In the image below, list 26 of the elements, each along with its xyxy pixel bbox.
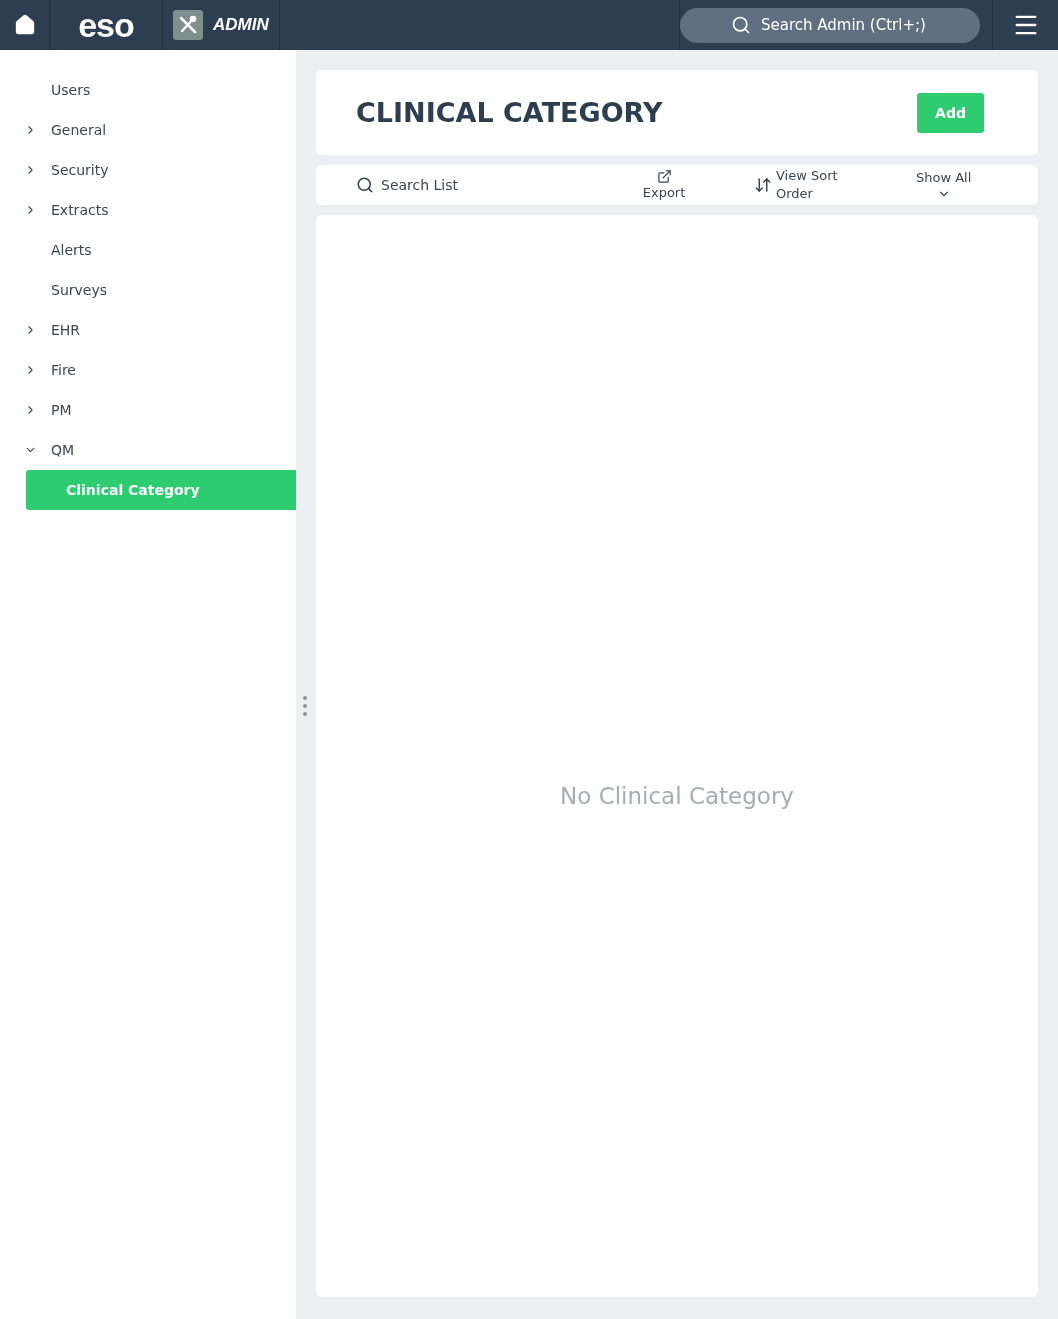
export-button[interactable]: Export (624, 168, 704, 202)
home-icon[interactable] (13, 14, 36, 36)
logo: eso (78, 8, 134, 42)
external-link-icon (656, 168, 672, 184)
admin-search-field[interactable]: Search Admin (Ctrl+;) (680, 7, 980, 43)
sidebar-item[interactable]: Extracts (0, 190, 296, 230)
show-all-dropdown[interactable]: Show All (916, 169, 972, 201)
search-icon (356, 176, 374, 194)
sidebar-item[interactable]: Fire (0, 350, 296, 390)
sort-arrows-icon (754, 176, 772, 194)
sidebar-item[interactable]: EHR (0, 310, 296, 350)
sidebar-item[interactable]: Surveys (0, 270, 296, 310)
sidebar-item[interactable]: PM (0, 390, 296, 430)
sidebar-item[interactable]: QM (0, 430, 296, 470)
app-name: ADMIN (213, 15, 269, 35)
resize-handle-icon[interactable] (302, 695, 308, 717)
tools-icon (173, 10, 203, 40)
search-input[interactable]: Search Admin (Ctrl+;) (759, 15, 929, 35)
search-icon (731, 15, 751, 35)
view-sort-order-button[interactable]: View Sort Order (754, 167, 864, 203)
empty-message: No Clinical Category (560, 783, 794, 809)
sidebar-item[interactable]: Security (0, 150, 296, 190)
sidebar-item[interactable]: Alerts (0, 230, 296, 270)
sidebar-item[interactable]: General (0, 110, 296, 150)
sidebar-item[interactable]: Users (0, 70, 296, 110)
page-title: CLINICAL CATEGORY (356, 97, 663, 128)
